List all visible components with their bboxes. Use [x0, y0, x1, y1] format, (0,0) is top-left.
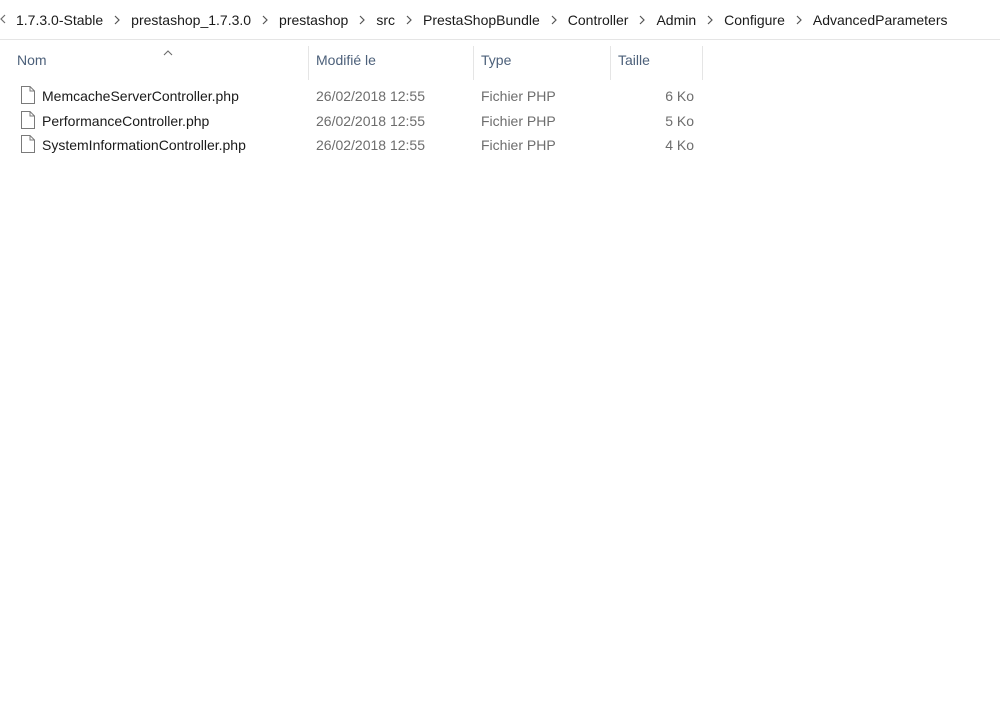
file-modified: 26/02/2018 12:55: [316, 88, 425, 104]
chevron-right-icon[interactable]: [547, 15, 561, 25]
chevron-right-icon[interactable]: [258, 15, 272, 25]
chevron-right-icon[interactable]: [110, 15, 124, 25]
column-header-name[interactable]: Nom: [10, 46, 309, 80]
chevron-right-icon[interactable]: [402, 15, 416, 25]
chevron-up-icon: [163, 48, 173, 58]
file-modified: 26/02/2018 12:55: [316, 112, 425, 129]
list-item[interactable]: MemcacheServerController.php 26/02/2018 …: [16, 84, 706, 108]
file-type: Fichier PHP: [481, 112, 556, 129]
file-name: PerformanceController.php: [42, 112, 210, 129]
file-type: Fichier PHP: [481, 137, 556, 153]
breadcrumb-item-prestashop[interactable]: prestashop: [274, 9, 353, 31]
chevron-right-icon[interactable]: [703, 15, 717, 25]
file-type: Fichier PHP: [481, 88, 556, 104]
column-header-row: Nom Modifié le Type Taille: [0, 40, 1000, 80]
file-size: 4 Ko: [665, 137, 694, 153]
chevron-left-icon[interactable]: [0, 13, 10, 27]
breadcrumb-item-admin[interactable]: Admin: [651, 9, 701, 31]
breadcrumb-item-controller[interactable]: Controller: [563, 9, 634, 31]
file-icon: [21, 110, 35, 129]
chevron-right-icon[interactable]: [792, 15, 806, 25]
breadcrumb-item-src[interactable]: src: [371, 9, 400, 31]
breadcrumb: 1.7.3.0-Stable prestashop_1.7.3.0 presta…: [0, 9, 953, 31]
column-header-type-label: Type: [481, 52, 512, 68]
file-name: MemcacheServerController.php: [42, 88, 239, 104]
chevron-right-icon[interactable]: [355, 15, 369, 25]
column-header-name-label: Nom: [17, 52, 47, 68]
file-name: SystemInformationController.php: [42, 137, 246, 153]
breadcrumb-item-advancedparameters[interactable]: AdvancedParameters: [808, 9, 953, 31]
breadcrumb-item-prestashopbundle[interactable]: PrestaShopBundle: [418, 9, 545, 31]
column-header-size[interactable]: Taille: [611, 46, 703, 80]
file-size: 5 Ko: [665, 112, 694, 129]
column-header-modified[interactable]: Modifié le: [309, 46, 474, 80]
list-item[interactable]: SystemInformationController.php 26/02/20…: [16, 133, 706, 157]
breadcrumb-item-configure[interactable]: Configure: [719, 9, 790, 31]
column-header-size-label: Taille: [618, 52, 650, 68]
breadcrumb-item-prestashop-version[interactable]: prestashop_1.7.3.0: [126, 9, 256, 31]
column-header-modified-label: Modifié le: [316, 52, 376, 68]
breadcrumb-item-stable[interactable]: 1.7.3.0-Stable: [11, 9, 108, 31]
file-size: 6 Ko: [665, 88, 694, 104]
file-icon: [21, 86, 35, 104]
list-item[interactable]: PerformanceController.php 26/02/2018 12:…: [16, 109, 706, 133]
address-bar[interactable]: 1.7.3.0-Stable prestashop_1.7.3.0 presta…: [0, 0, 1000, 40]
chevron-right-icon[interactable]: [635, 15, 649, 25]
file-icon: [21, 135, 35, 153]
file-modified: 26/02/2018 12:55: [316, 137, 425, 153]
column-header-type[interactable]: Type: [474, 46, 611, 80]
